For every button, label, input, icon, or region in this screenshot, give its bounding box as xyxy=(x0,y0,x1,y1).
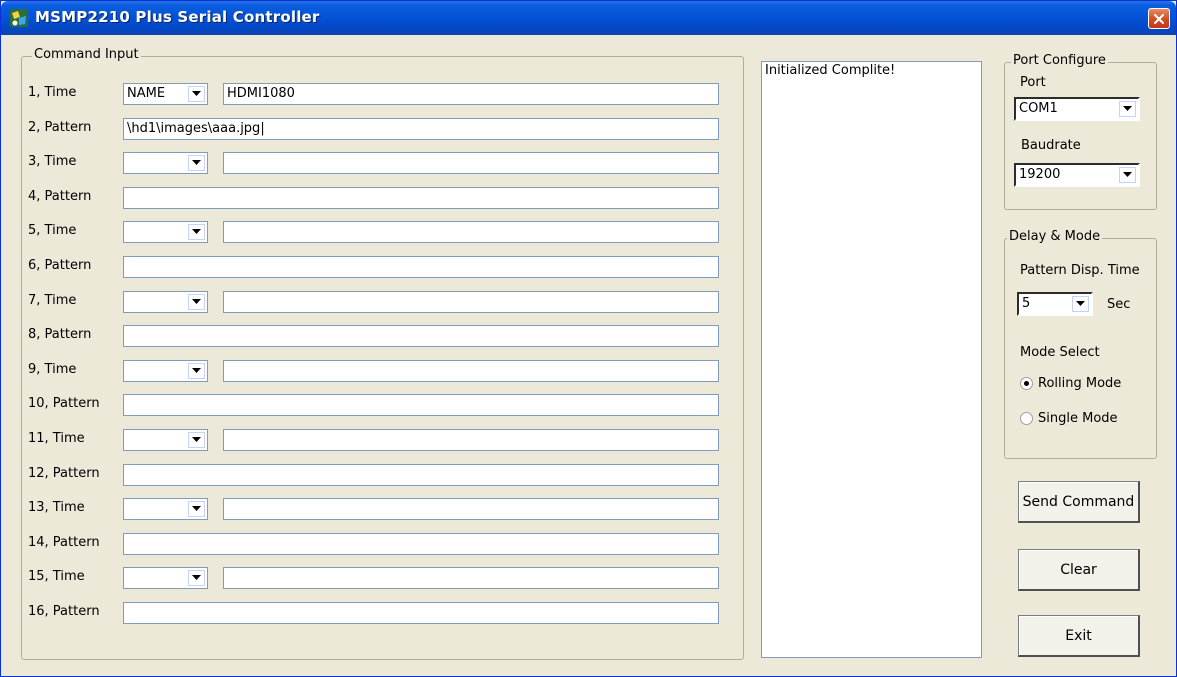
time-value-input[interactable] xyxy=(223,290,719,313)
send-command-button[interactable]: Send Command xyxy=(1018,481,1140,523)
row-label: 3, Time xyxy=(28,154,77,170)
time-type-select[interactable] xyxy=(123,429,208,451)
pattern-path-input[interactable] xyxy=(123,186,719,209)
baudrate-value: 19200 xyxy=(1019,167,1061,182)
time-type-select[interactable] xyxy=(123,152,208,175)
time-value-input[interactable] xyxy=(223,152,719,175)
time-value-input[interactable] xyxy=(223,221,719,244)
single-mode-radio[interactable]: Single Mode xyxy=(1020,411,1118,426)
baudrate-label: Baudrate xyxy=(1021,138,1081,153)
time-value-input[interactable] xyxy=(223,567,719,590)
delay-select[interactable]: 5 xyxy=(1017,292,1093,316)
row-label: 4, Pattern xyxy=(28,188,92,204)
chevron-down-icon[interactable] xyxy=(188,224,205,241)
mode-select-label: Mode Select xyxy=(1020,345,1100,360)
single-mode-label: Single Mode xyxy=(1038,411,1118,426)
row-label: 2, Pattern xyxy=(28,119,92,135)
row-label: 1, Time xyxy=(28,85,77,100)
time-type-select[interactable] xyxy=(123,290,208,313)
pattern-path-input[interactable] xyxy=(123,325,719,348)
baudrate-select[interactable]: 19200 xyxy=(1014,163,1140,187)
row-label: 7, Time xyxy=(28,292,77,308)
time-type-select[interactable] xyxy=(123,567,208,590)
pattern-path-text: \hd1\images\aaa.jpg| xyxy=(127,120,265,136)
chevron-down-icon[interactable] xyxy=(188,362,205,379)
chevron-down-icon[interactable] xyxy=(188,570,205,587)
pattern-path-input[interactable] xyxy=(123,256,719,278)
chevron-down-icon[interactable] xyxy=(188,155,205,172)
delay-mode-legend: Delay & Mode xyxy=(1007,229,1103,244)
radio-dot xyxy=(1020,412,1033,425)
port-select[interactable]: COM1 xyxy=(1014,97,1140,121)
row-label: 10, Pattern xyxy=(28,396,100,412)
time-type-select[interactable] xyxy=(123,498,208,521)
time-type-select[interactable] xyxy=(123,221,208,244)
chevron-down-icon[interactable] xyxy=(1119,101,1136,117)
port-value: COM1 xyxy=(1019,101,1058,116)
pattern-path-input[interactable] xyxy=(123,463,719,486)
radio-dot-selected xyxy=(1020,377,1033,390)
time-type-select[interactable] xyxy=(123,359,208,382)
pattern-path-input[interactable] xyxy=(123,602,719,624)
row-label: 8, Pattern xyxy=(28,327,92,343)
close-button[interactable] xyxy=(1148,8,1170,29)
exit-button[interactable]: Exit xyxy=(1018,615,1140,657)
delay-value: 5 xyxy=(1022,296,1031,311)
row-label: 6, Pattern xyxy=(28,258,92,273)
row-label: 13, Time xyxy=(28,500,85,516)
time-value-input[interactable] xyxy=(223,429,719,451)
chevron-down-icon[interactable] xyxy=(188,432,205,448)
client-area: Command Input 1, Time NAME HDMI1080 2, Patt… xyxy=(4,35,1173,675)
clear-button[interactable]: Clear xyxy=(1018,549,1140,591)
title-bar[interactable]: MSMP2210 Plus Serial Controller xyxy=(1,1,1176,35)
row-label: 9, Time xyxy=(28,361,77,377)
window-title: MSMP2210 Plus Serial Controller xyxy=(35,8,320,26)
rolling-mode-label: Rolling Mode xyxy=(1038,376,1122,391)
port-label: Port xyxy=(1020,75,1046,90)
app-window: MSMP2210 Plus Serial Controller Command … xyxy=(0,0,1177,677)
log-text: Initialized Complite! xyxy=(765,63,896,78)
time-value-input[interactable] xyxy=(223,359,719,382)
delay-unit-label: Sec xyxy=(1107,297,1131,312)
chevron-down-icon[interactable] xyxy=(1072,296,1089,312)
time-value-input[interactable] xyxy=(223,498,719,521)
chevron-down-icon[interactable] xyxy=(188,293,205,310)
chevron-down-icon[interactable] xyxy=(1119,167,1136,183)
pattern-path-input[interactable] xyxy=(123,394,719,417)
app-icon xyxy=(10,9,28,27)
pattern-disp-label: Pattern Disp. Time xyxy=(1020,263,1140,278)
time-value-input[interactable]: HDMI1080 xyxy=(223,83,719,105)
chevron-down-icon[interactable] xyxy=(188,501,205,518)
pattern-path-input[interactable]: \hd1\images\aaa.jpg| xyxy=(123,117,719,140)
log-output[interactable]: Initialized Complite! xyxy=(761,61,982,658)
close-icon xyxy=(1153,13,1165,24)
row-label: 5, Time xyxy=(28,223,77,239)
rolling-mode-radio[interactable]: Rolling Mode xyxy=(1020,376,1121,391)
row-label: 15, Time xyxy=(28,569,85,585)
chevron-down-icon[interactable] xyxy=(188,86,205,102)
row-label: 11, Time xyxy=(28,431,85,446)
time-type-value: NAME xyxy=(127,86,166,101)
pattern-path-input[interactable] xyxy=(123,532,719,555)
port-configure-legend: Port Configure xyxy=(1011,53,1108,68)
row-label: 16, Pattern xyxy=(28,604,100,619)
row-label: 14, Pattern xyxy=(28,534,100,550)
time-value-text: HDMI1080 xyxy=(227,86,295,101)
row-label: 12, Pattern xyxy=(28,465,100,481)
command-input-legend: Command Input xyxy=(32,47,141,62)
time-type-select[interactable]: NAME xyxy=(123,83,208,105)
